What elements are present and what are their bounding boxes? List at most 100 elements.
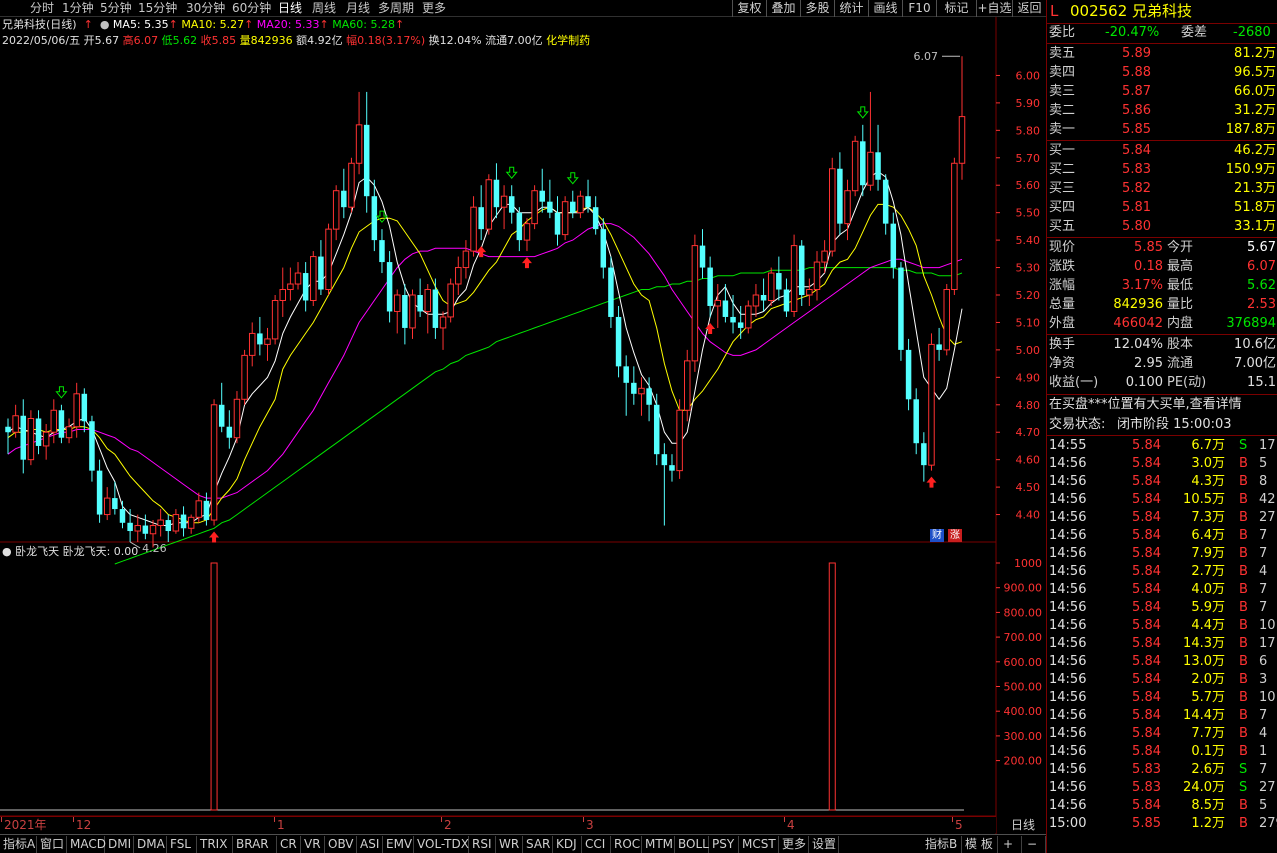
indicator-tab[interactable]: EMV [383,836,414,853]
indicator-tab[interactable]: KDJ [553,836,582,853]
candle-body [722,300,729,317]
indicator-tab[interactable]: VOL-TDX [414,836,469,853]
period-tab[interactable]: 月线 [346,0,370,17]
gear-icon[interactable]: ● [100,18,110,31]
indicator-tab[interactable]: MACD [67,836,106,853]
stat-row: 总量 842936 量比 2.53 [1047,296,1277,314]
toolbar-button[interactable]: 叠加 [766,0,800,17]
indicator-tab[interactable]: CCI [582,836,611,853]
tick-side: B [1239,492,1248,507]
indicator-gear-icon[interactable]: ● [2,545,12,558]
toolbar-button[interactable]: 统计 [834,0,868,17]
stat-label: 收益(一) [1049,375,1099,390]
stat-row: 收益(一) 0.100 PE(动) 15.1 [1047,374,1277,392]
tick-side: B [1239,690,1248,705]
tick-time: 14:56 [1049,762,1087,777]
tick-side: B [1239,672,1248,687]
toolbar-button[interactable]: 返回 [1012,0,1046,17]
template-button[interactable]: − [1024,836,1046,853]
period-tab[interactable]: 15分钟 [138,0,177,17]
tick-side: B [1239,600,1248,615]
indicator-tab[interactable]: TRIX [197,836,233,853]
toolbar-button[interactable]: 画线 [868,0,902,17]
candle-body [386,262,393,312]
indicator-tab[interactable]: VR [301,836,325,853]
stat-label: 净资 [1049,356,1076,371]
stock-title: 兄弟科技(日线) [2,18,77,31]
template-button[interactable]: + [1000,836,1022,853]
price-tick-label: 5.00 [1016,344,1041,357]
indicator-tab[interactable]: MTM [642,836,675,853]
indicator-tab[interactable]: PSY [709,836,739,853]
candle-body [73,393,80,428]
period-tab[interactable]: 5分钟 [100,0,132,17]
template-button[interactable]: 指标B [922,836,962,853]
candle-body [127,522,133,532]
indicator-tab[interactable]: CR [277,836,301,853]
price-tick-label: 5.90 [1016,97,1041,110]
bid-volume: 46.2万 [1234,143,1276,158]
ask-price: 5.88 [1122,65,1151,80]
period-label[interactable]: 日线 [1000,817,1046,834]
candle-body [646,388,652,405]
price-tick-label: 4.70 [1016,426,1041,439]
period-tab[interactable]: 1分钟 [62,0,94,17]
period-tab[interactable]: 多周期 [378,0,414,17]
period-tab[interactable]: 30分钟 [186,0,225,17]
indicator-tab[interactable]: SAR [523,836,553,853]
candle-body [318,256,324,290]
toolbar-button[interactable]: 标记 [936,0,976,17]
template-button[interactable]: 模 板 [962,836,998,853]
toolbar-button[interactable]: 复权 [732,0,766,17]
tick-price: 5.84 [1132,744,1161,759]
finance-icon[interactable]: 财 [930,529,944,542]
candle-body [623,366,629,383]
candle-body [669,465,675,471]
notice-row[interactable]: 在买盘***位置有大买单,查看详情 [1047,396,1277,414]
tick-price: 5.84 [1132,636,1161,651]
candle-body [745,305,752,329]
tick-count: 5 [1259,456,1268,471]
toolbar-button[interactable]: +自选 [976,0,1012,17]
tick-row: 14:56 5.84 4.4万 B 10 [1047,617,1277,635]
candle-body [348,162,355,208]
indicator-tab[interactable]: DMI [105,836,134,853]
tick-time: 14:56 [1049,744,1087,759]
ma20-label: MA20: 5.33 [256,18,320,31]
rise-icon[interactable]: 涨 [948,529,962,542]
period-tab[interactable]: 更多 [422,0,446,17]
toolbar-button[interactable]: 多股 [800,0,834,17]
prefix-badge: L [1050,2,1059,20]
indicator-tab[interactable]: RSI [469,836,496,853]
indicator-tab[interactable]: BRAR [233,836,277,853]
buy-arrow-icon [209,531,220,543]
indicator-tick-label: 700.00 [1004,631,1043,644]
period-tab[interactable]: 日线 [278,0,302,17]
tick-price: 5.84 [1132,438,1161,453]
indicator-tab[interactable]: 指标A [0,836,37,853]
indicator-tab[interactable]: BOLL [675,836,709,853]
period-tab[interactable]: 周线 [312,0,336,17]
indicator-tab[interactable]: FSL [167,836,197,853]
period-tab[interactable]: 60分钟 [232,0,271,17]
indicator-tab[interactable]: OBV [325,836,357,853]
candle-body [325,228,332,291]
indicator-tab[interactable]: MCST [739,836,779,853]
candle-body [577,195,584,214]
candle-body [837,168,843,224]
indicator-tab[interactable]: ROC [611,836,642,853]
candle-body [898,267,904,350]
indicator-tab[interactable]: 窗口 [37,836,67,853]
indicator-tab[interactable]: 更多 [779,836,809,853]
price-chart[interactable]: 6.00 5.90 5.80 5.70 5.60 5.50 5.40 5.30 5.20 5.10… [0,0,1046,853]
indicator-tab[interactable]: DMA [134,836,167,853]
candle-body [561,201,569,236]
indicator-tab[interactable]: 设置 [809,836,839,853]
candle-body [409,294,416,329]
toolbar-button[interactable]: F10 [902,0,936,17]
period-tab[interactable]: 分时 [30,0,54,17]
candle-body [371,196,378,241]
stat-value: 0.18 [1134,259,1163,274]
indicator-tab[interactable]: ASI [357,836,383,853]
indicator-tab[interactable]: WR [496,836,523,853]
